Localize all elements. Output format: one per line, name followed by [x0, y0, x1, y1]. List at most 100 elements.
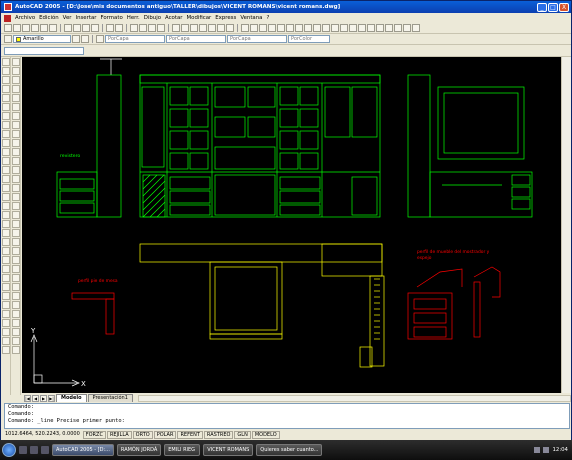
- preview-icon[interactable]: [40, 24, 48, 32]
- modify-extra-14-icon[interactable]: [12, 328, 20, 336]
- draw-extra-15-icon[interactable]: [2, 346, 10, 354]
- close-button[interactable]: X: [559, 2, 569, 12]
- publish-icon[interactable]: [49, 24, 57, 32]
- modify-extra-13-icon[interactable]: [12, 319, 20, 327]
- circle-icon[interactable]: [2, 112, 10, 120]
- hatch-icon[interactable]: [2, 184, 10, 192]
- express-tool-14-icon[interactable]: [358, 24, 366, 32]
- express-tool-18-icon[interactable]: [394, 24, 402, 32]
- modify-extra-5-icon[interactable]: [12, 247, 20, 255]
- express-tool-13-icon[interactable]: [349, 24, 357, 32]
- start-button[interactable]: [2, 443, 16, 457]
- taskbar-item-autocad[interactable]: AutoCAD 2005 - [D:...: [52, 444, 114, 456]
- command-prompt[interactable]: Comando: _line Precise primer punto:: [8, 418, 569, 425]
- modify-extra-12-icon[interactable]: [12, 310, 20, 318]
- taskbar-item-browser[interactable]: Quieres saber cuanto...: [256, 444, 323, 456]
- draw-extra-10-icon[interactable]: [2, 301, 10, 309]
- toggle-snap[interactable]: FORZC: [82, 430, 106, 439]
- sheet-set-icon[interactable]: [199, 24, 207, 32]
- draw-extra-2-icon[interactable]: [2, 229, 10, 237]
- zoom-window-icon[interactable]: [148, 24, 156, 32]
- draw-extra-9-icon[interactable]: [2, 292, 10, 300]
- menu-express[interactable]: Express: [215, 15, 236, 21]
- express-tool-3-icon[interactable]: [259, 24, 267, 32]
- minimize-button[interactable]: _: [537, 2, 547, 12]
- menu-ventana[interactable]: Ventana: [240, 15, 262, 21]
- make-current-layer-icon[interactable]: [72, 35, 80, 43]
- zoom-realtime-icon[interactable]: [139, 24, 147, 32]
- toggle-ortho[interactable]: ORTO: [132, 430, 153, 439]
- express-tool-7-icon[interactable]: [295, 24, 303, 32]
- ellipse-icon[interactable]: [2, 139, 10, 147]
- table-icon[interactable]: [2, 202, 10, 210]
- modify-extra-2-icon[interactable]: [12, 220, 20, 228]
- break-icon[interactable]: [12, 166, 20, 174]
- draw-extra-12-icon[interactable]: [2, 319, 10, 327]
- express-tool-15-icon[interactable]: [367, 24, 375, 32]
- modify-extra-15-icon[interactable]: [12, 337, 20, 345]
- offset-icon[interactable]: [12, 85, 20, 93]
- save-icon[interactable]: [22, 24, 30, 32]
- cut-icon[interactable]: [64, 24, 72, 32]
- join-icon[interactable]: [12, 175, 20, 183]
- menu-herramientas[interactable]: Herr.: [127, 15, 140, 21]
- maximize-button[interactable]: □: [548, 2, 558, 12]
- menu-ayuda[interactable]: ?: [266, 15, 269, 21]
- layer-previous-icon[interactable]: [81, 35, 89, 43]
- ellipse-arc-icon[interactable]: [2, 148, 10, 156]
- rotate-icon[interactable]: [12, 112, 20, 120]
- toggle-lwt[interactable]: GLN: [234, 430, 251, 439]
- express-tool-16-icon[interactable]: [376, 24, 384, 32]
- draw-extra-14-icon[interactable]: [2, 337, 10, 345]
- paste-icon[interactable]: [82, 24, 90, 32]
- insert-block-icon[interactable]: [2, 157, 10, 165]
- pan-icon[interactable]: [130, 24, 138, 32]
- explode-icon[interactable]: [12, 202, 20, 210]
- draw-extra-1-icon[interactable]: [2, 220, 10, 228]
- modify-extra-8-icon[interactable]: [12, 274, 20, 282]
- modify-extra-3-icon[interactable]: [12, 229, 20, 237]
- express-tool-5-icon[interactable]: [277, 24, 285, 32]
- draw-extra-6-icon[interactable]: [2, 265, 10, 273]
- express-tool-20-icon[interactable]: [412, 24, 420, 32]
- tool-palettes-icon[interactable]: [190, 24, 198, 32]
- draw-extra-3-icon[interactable]: [2, 238, 10, 246]
- express-tool-10-icon[interactable]: [322, 24, 330, 32]
- toggle-model[interactable]: MODELO: [251, 430, 280, 439]
- menu-acotar[interactable]: Acotar: [165, 15, 183, 21]
- move-icon[interactable]: [12, 103, 20, 111]
- express-tool-2-icon[interactable]: [250, 24, 258, 32]
- copy-object-icon[interactable]: [12, 67, 20, 75]
- tab-model[interactable]: Modelo: [56, 394, 87, 402]
- tray-clock[interactable]: 12:04: [552, 447, 568, 453]
- draw-extra-11-icon[interactable]: [2, 310, 10, 318]
- plotstyle-dropdown[interactable]: PorColor: [288, 35, 330, 43]
- modify-extra-16-icon[interactable]: [12, 346, 20, 354]
- menu-ver[interactable]: Ver: [63, 15, 72, 21]
- make-block-icon[interactable]: [2, 166, 10, 174]
- modify-extra-10-icon[interactable]: [12, 292, 20, 300]
- express-tool-6-icon[interactable]: [286, 24, 294, 32]
- express-tool-1-icon[interactable]: [241, 24, 249, 32]
- menu-dibujo[interactable]: Dibujo: [144, 15, 161, 21]
- drawing-canvas[interactable]: revistero perfil pie de mesa perfil de m…: [22, 57, 561, 393]
- toggle-polar[interactable]: POLAR: [153, 430, 177, 439]
- modify-extra-11-icon[interactable]: [12, 301, 20, 309]
- rectangle-icon[interactable]: [2, 94, 10, 102]
- vertical-scrollbar[interactable]: [561, 57, 571, 393]
- menu-formato[interactable]: Formato: [100, 15, 122, 21]
- autocad-app-icon[interactable]: [4, 3, 12, 11]
- zoom-previous-icon[interactable]: [157, 24, 165, 32]
- taskbar-item-ramon[interactable]: RAMÓN JORDÁ: [116, 444, 162, 456]
- construction-line-icon[interactable]: [2, 67, 10, 75]
- tab-nav-first[interactable]: |◀: [24, 395, 31, 402]
- toggle-osnap[interactable]: REFENT: [177, 430, 203, 439]
- horizontal-scrollbar[interactable]: [137, 395, 571, 402]
- break-at-point-icon[interactable]: [12, 157, 20, 165]
- quicklaunch-icon-3[interactable]: [41, 446, 49, 454]
- taskbar-item-emili[interactable]: EMILI RIEG: [164, 444, 201, 456]
- polyline-icon[interactable]: [2, 76, 10, 84]
- new-icon[interactable]: [4, 24, 12, 32]
- help-icon[interactable]: [226, 24, 234, 32]
- layer-dropdown[interactable]: Amarillo: [13, 35, 71, 43]
